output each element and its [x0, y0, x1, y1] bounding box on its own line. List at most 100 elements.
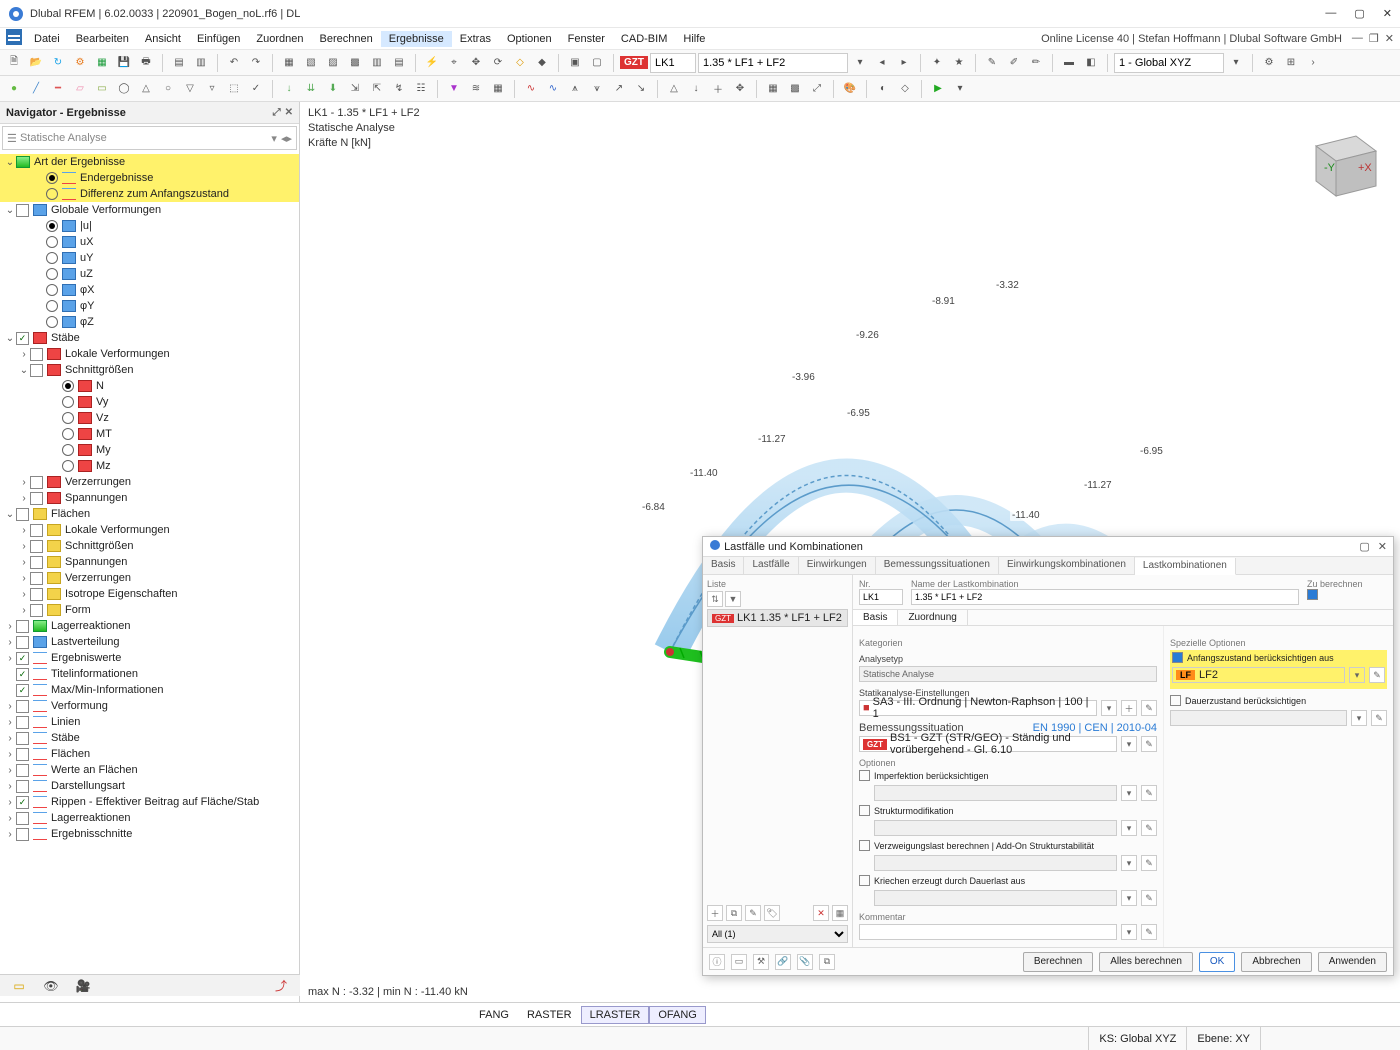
- tree-row[interactable]: φZ: [0, 314, 299, 330]
- tree-row[interactable]: ›Ergebnisschnitte: [0, 826, 299, 842]
- list-edit-icon[interactable]: ✎: [745, 905, 761, 921]
- layers-button[interactable]: ▬: [1059, 53, 1079, 73]
- tree-row[interactable]: uY: [0, 250, 299, 266]
- checkbox-icon[interactable]: [30, 492, 43, 505]
- navigator-filter[interactable]: ☰ Statische Analyse ▾ ◂ ▸: [2, 126, 297, 150]
- option-edit-icon[interactable]: ✎: [1141, 820, 1157, 836]
- dialog-maximize-icon[interactable]: ▢: [1359, 540, 1369, 553]
- load2-button[interactable]: ⇊: [301, 79, 321, 99]
- dlg-copy-icon[interactable]: ⧉: [819, 954, 835, 970]
- radio-icon[interactable]: [62, 444, 74, 456]
- mesh-refine-button[interactable]: ▩: [785, 79, 805, 99]
- diagram1-button[interactable]: ∿: [521, 79, 541, 99]
- diagram3-button[interactable]: ⩚: [565, 79, 585, 99]
- checkbox-icon[interactable]: [16, 508, 29, 521]
- dauer-checkbox[interactable]: [1170, 695, 1181, 706]
- tree-row[interactable]: ›Lokale Verformungen: [0, 522, 299, 538]
- tree-row[interactable]: ›Verzerrungen: [0, 570, 299, 586]
- tree-row[interactable]: ›Linien: [0, 714, 299, 730]
- show-load-button[interactable]: ↓: [686, 79, 706, 99]
- initial-state-edit-icon[interactable]: ✎: [1369, 667, 1385, 683]
- help-button[interactable]: ⊞: [1281, 53, 1301, 73]
- open-button[interactable]: 📂: [26, 53, 46, 73]
- maximize-icon[interactable]: ▢: [1354, 7, 1364, 20]
- edit1-button[interactable]: ✎: [982, 53, 1002, 73]
- radio-icon[interactable]: [62, 412, 74, 424]
- line-support-button[interactable]: ▿: [202, 79, 222, 99]
- radio-icon[interactable]: [62, 460, 74, 472]
- tree-row[interactable]: ›Ergebniswerte: [0, 650, 299, 666]
- option-dropdown-icon[interactable]: ▾: [1121, 855, 1137, 871]
- dlg-tab-bemessungssituationen[interactable]: Bemessungssituationen: [876, 557, 999, 574]
- dropdown-icon[interactable]: ▾: [850, 53, 870, 73]
- tree-row[interactable]: ›Spannungen: [0, 490, 299, 506]
- tree-row[interactable]: MT: [0, 426, 299, 442]
- tree-row[interactable]: ›Spannungen: [0, 554, 299, 570]
- scale-button[interactable]: ⤢: [807, 79, 827, 99]
- nav-graph-icon[interactable]: ⤴: [268, 978, 294, 994]
- nav-eye-icon[interactable]: 👁: [38, 978, 64, 994]
- fit-button[interactable]: ⌖: [444, 53, 464, 73]
- list-sort-icon[interactable]: ⇅: [707, 591, 723, 607]
- menu-datei[interactable]: Datei: [26, 31, 68, 47]
- checkbox-icon[interactable]: [16, 828, 29, 841]
- menu-optionen[interactable]: Optionen: [499, 31, 560, 47]
- save-icon[interactable]: 💾: [114, 53, 134, 73]
- tree-row[interactable]: ⌄Globale Verformungen: [0, 202, 299, 218]
- dialog-close-icon[interactable]: ✕: [1378, 540, 1387, 553]
- calc-button[interactable]: ▶: [928, 79, 948, 99]
- option-edit-icon[interactable]: ✎: [1141, 855, 1157, 871]
- opening-button[interactable]: ◯: [114, 79, 134, 99]
- nav-pin-icon[interactable]: ⤢: [273, 107, 281, 118]
- list-new-icon[interactable]: ＋: [707, 905, 723, 921]
- select-button[interactable]: ◇: [510, 53, 530, 73]
- block-button[interactable]: ▦: [92, 53, 112, 73]
- loadcase-button[interactable]: ☷: [411, 79, 431, 99]
- list-copy-icon[interactable]: ⧉: [726, 905, 742, 921]
- diagram2-button[interactable]: ∿: [543, 79, 563, 99]
- edit-arrow-button[interactable]: ↘: [631, 79, 651, 99]
- checkbox-icon[interactable]: [30, 348, 43, 361]
- new-button[interactable]: 🗎: [4, 53, 24, 73]
- radio-icon[interactable]: [46, 300, 58, 312]
- radio-icon[interactable]: [62, 396, 74, 408]
- mesh-button[interactable]: ▦: [763, 79, 783, 99]
- checkbox-icon[interactable]: [30, 572, 43, 585]
- option-checkbox[interactable]: [859, 770, 870, 781]
- loadcase-field[interactable]: [650, 53, 696, 73]
- checkbox-icon[interactable]: [16, 812, 29, 825]
- support-button[interactable]: △: [136, 79, 156, 99]
- select2-button[interactable]: ◆: [532, 53, 552, 73]
- dlg-info-icon[interactable]: ⓘ: [709, 954, 725, 970]
- radio-icon[interactable]: [46, 252, 58, 264]
- coordinate-system-field[interactable]: [1114, 53, 1224, 73]
- menu-bearbeiten[interactable]: Bearbeiten: [68, 31, 137, 47]
- dlg-link-icon[interactable]: 🔗: [775, 954, 791, 970]
- close-icon[interactable]: ✕: [1383, 7, 1392, 20]
- plus-button[interactable]: ＋: [708, 79, 728, 99]
- snap-fang[interactable]: FANG: [470, 1006, 518, 1024]
- dauer-dropdown-icon[interactable]: ▾: [1351, 710, 1367, 726]
- settings-button[interactable]: ⚙: [1259, 53, 1279, 73]
- menu-berechnen[interactable]: Berechnen: [312, 31, 381, 47]
- tree-row[interactable]: Vz: [0, 410, 299, 426]
- dlg-tag-icon[interactable]: ▭: [731, 954, 747, 970]
- tree-row[interactable]: ⌄Flächen: [0, 506, 299, 522]
- tree-row[interactable]: Max/Min-Informationen: [0, 682, 299, 698]
- snap-raster[interactable]: RASTER: [518, 1006, 581, 1024]
- load6-button[interactable]: ↯: [389, 79, 409, 99]
- dlg-tab-basis[interactable]: Basis: [703, 557, 744, 574]
- tree-row[interactable]: ›Form: [0, 602, 299, 618]
- wireframe-button[interactable]: ◇: [895, 79, 915, 99]
- tree-row[interactable]: Vy: [0, 394, 299, 410]
- nav-camera-icon[interactable]: 🎥: [70, 978, 96, 994]
- tree-row[interactable]: ›Werte an Flächen: [0, 762, 299, 778]
- zoom-button[interactable]: ⚡: [422, 53, 442, 73]
- checkbox-icon[interactable]: [16, 684, 29, 697]
- statik-new-icon[interactable]: ＋: [1121, 700, 1137, 716]
- navigator-tree[interactable]: ⌄Art der ErgebnisseEndergebnisseDifferen…: [0, 152, 299, 1002]
- tree-row[interactable]: φY: [0, 298, 299, 314]
- tree-row[interactable]: Endergebnisse: [0, 170, 299, 186]
- comment-dropdown-icon[interactable]: ▾: [1121, 924, 1137, 940]
- checkbox-icon[interactable]: [16, 668, 29, 681]
